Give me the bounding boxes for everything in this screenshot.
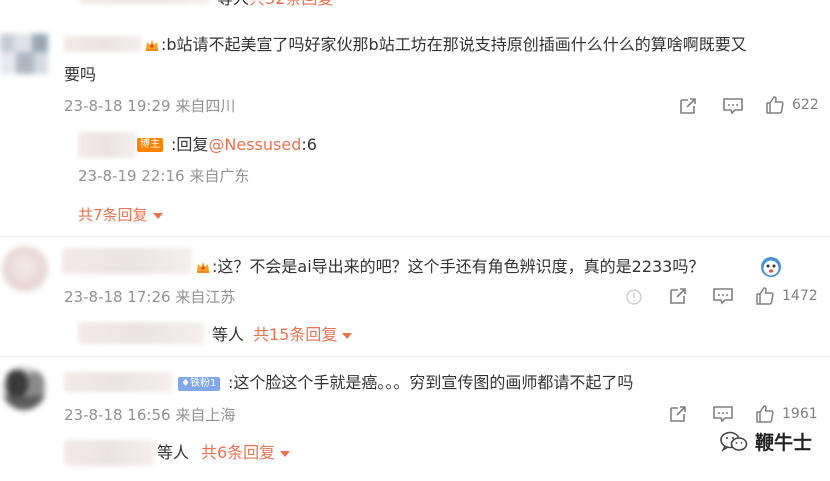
divider [0,356,830,357]
thumbs-up-icon [766,96,784,114]
comment-time: 23-8-18 16:56 [64,406,171,424]
top-partial-text: 等人共32条回复 [217,0,333,10]
comment-location: 来自四川 [175,97,236,115]
top-partial-reply-link[interactable]: 共32条回复 [249,0,333,8]
comment-text: :这个脸这个手就是癌。。。穷到宣传图的画师都请不起了吗 [228,373,634,392]
like-count: 1961 [782,406,818,422]
host-badge: 博主 [137,138,163,152]
blurred-user-name[interactable] [64,36,142,52]
share-button[interactable] [678,96,698,116]
blurred-user-name[interactable] [78,132,136,158]
comment-button[interactable] [712,286,734,306]
avatar[interactable] [2,246,48,292]
share-icon [670,288,686,304]
share-button[interactable] [668,286,688,306]
blurred-user-names [80,0,210,4]
crown-icon [146,40,158,51]
thumbs-up-icon [756,287,774,305]
like-button[interactable]: 1961 [755,404,818,424]
more-replies-link[interactable]: 共15条回复 [253,325,353,345]
circle-info-icon [626,289,642,305]
comment-location: 来自上海 [175,406,236,424]
surprised-emoji-icon [761,257,781,277]
mention-link[interactable]: @Nessused [208,135,301,154]
more-replies-link[interactable]: 共7条回复 [78,205,163,225]
blurred-user-names[interactable] [64,440,154,466]
wechat-logo-icon [720,431,748,452]
divider [0,236,830,237]
fan-badge: ♦铁粉1 [178,377,221,391]
like-button[interactable]: 622 [765,95,819,115]
like-button[interactable]: 1472 [755,286,818,306]
blurred-user-names[interactable] [78,322,204,344]
comment-icon [723,98,743,115]
replies-summary: 等人 [157,443,190,462]
like-count: 1472 [782,288,818,304]
watermark: 鞭牛士 [719,428,812,455]
comment-icon [713,288,733,305]
comment-icon [713,406,733,423]
comment-text: :这？不会是ai导出来的吧？这个手还有角色辨识度，真的是2233吗？ [212,257,705,276]
avatar[interactable] [2,366,46,410]
blurred-user-name[interactable] [64,372,172,392]
comment-button[interactable] [722,96,744,116]
comment-time: 23-8-18 19:29 [64,97,171,115]
more-replies-link[interactable]: 共6条回复 [201,443,291,463]
ai-icon-button[interactable] [626,289,642,305]
comment-text-line2: 要吗 [64,65,97,84]
avatar[interactable] [0,34,50,78]
comment-meta: 23-8-18 19:29 来自四川 [64,96,235,116]
share-button[interactable] [668,404,688,424]
sub-reply-time: 23-8-19 22:16 [78,167,185,185]
share-icon [670,406,686,422]
watermark-text: 鞭牛士 [754,432,812,454]
sub-reply-location: 来自广东 [189,167,250,185]
sub-reply-meta: 23-8-19 22:16 来自广东 [78,166,249,186]
comment-location: 来自江苏 [175,288,236,306]
comment-meta: 23-8-18 16:56 来自上海 [64,405,235,425]
caret-down-icon [152,212,163,219]
crown-icon [197,262,209,273]
blurred-user-name[interactable] [62,248,192,274]
share-icon [680,98,696,114]
replies-summary: 等人 [212,325,245,344]
comment-time: 23-8-18 17:26 [64,288,171,306]
like-count: 622 [792,97,819,113]
comment-button[interactable] [712,404,734,424]
caret-down-icon [280,450,291,457]
caret-down-icon [342,332,353,339]
thumbs-up-icon [756,405,774,423]
comment-text: :b站请不起美宣了吗好家伙那b站工坊在那说支持原创插画什么什么的算啥啊既要又 [161,35,747,54]
sub-reply-text: :回复@Nessused:6 [171,135,317,154]
comment-meta: 23-8-18 17:26 来自江苏 [64,287,235,307]
